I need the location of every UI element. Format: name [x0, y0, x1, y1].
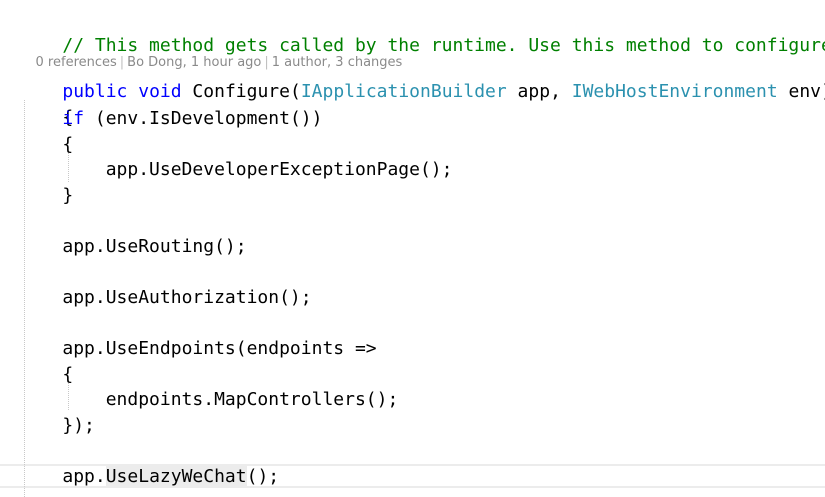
- if-brace-close: }: [62, 185, 74, 206]
- lazy-method-highlight[interactable]: UseLazyWeChat: [105, 466, 247, 487]
- use-endpoints-call: app.UseEndpoints(endpoints =>: [62, 338, 377, 359]
- param-app: app,: [506, 81, 572, 102]
- type-iwebhostenvironment: IWebHostEnvironment: [571, 81, 778, 102]
- dev-exception-line[interactable]: app.UseDeveloperExceptionPage();: [19, 158, 453, 182]
- code-editor[interactable]: // This method gets called by the runtim…: [0, 0, 825, 497]
- if-brace-open-line[interactable]: {: [19, 133, 73, 157]
- use-endpoints-line[interactable]: app.UseEndpoints(endpoints =>: [19, 337, 377, 361]
- comment-line: // This method gets called by the runtim…: [19, 10, 825, 56]
- keyword-void: void: [138, 81, 182, 102]
- keyword-if: if: [62, 108, 85, 129]
- if-brace-open: {: [62, 134, 74, 155]
- if-line[interactable]: if (env.IsDevelopment()): [19, 107, 322, 131]
- use-authorization-line[interactable]: app.UseAuthorization();: [19, 286, 312, 310]
- type-iapplicationbuilder: IApplicationBuilder: [300, 81, 507, 102]
- brace-open-line[interactable]: {: [19, 82, 73, 128]
- use-routing-line[interactable]: app.UseRouting();: [19, 235, 247, 259]
- if-condition: (env.IsDevelopment()): [84, 108, 323, 129]
- if-brace-close-line[interactable]: }: [19, 184, 73, 208]
- lambda-brace-open: {: [62, 364, 74, 385]
- lambda-close-line[interactable]: });: [19, 414, 95, 438]
- method-name: Configure(: [181, 81, 301, 102]
- lambda-brace-open-line[interactable]: {: [19, 363, 73, 387]
- map-controllers-line[interactable]: endpoints.MapControllers();: [19, 388, 399, 412]
- method-signature-line[interactable]: public void Configure(IApplicationBuilde…: [19, 56, 825, 102]
- lazy-prefix: app.: [62, 466, 106, 487]
- param-env: env): [788, 81, 825, 102]
- lazy-suffix: ();: [246, 466, 280, 487]
- dev-exception-call: app.UseDeveloperExceptionPage();: [105, 159, 453, 180]
- lambda-close: });: [62, 415, 95, 436]
- use-routing-call: app.UseRouting();: [62, 236, 247, 257]
- map-controllers-call: endpoints.MapControllers();: [105, 389, 399, 410]
- use-authorization-call: app.UseAuthorization();: [62, 287, 312, 308]
- use-lazy-wechat-line[interactable]: app.UseLazyWeChat();: [19, 465, 279, 489]
